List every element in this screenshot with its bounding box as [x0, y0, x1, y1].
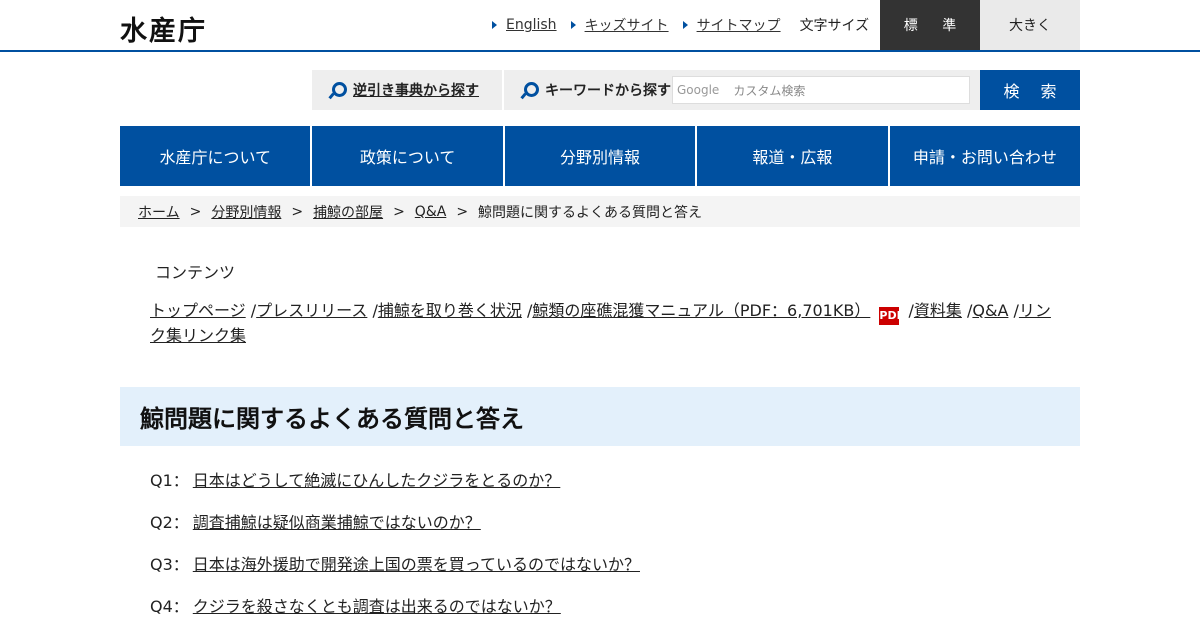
question-link[interactable]: クジラを殺さなくとも調査は出来るのではないか？ [193, 597, 561, 616]
gnav-about[interactable]: 水産庁について [120, 126, 313, 186]
breadcrumb-separator: > [393, 203, 405, 220]
breadcrumb-separator: > [456, 203, 469, 220]
contents-links: トップページ /プレスリリース /捕鯨を取り巻く状況 /鯨類の座礁混獲マニュアル… [150, 300, 1060, 347]
site-header: 水産庁 English キッズサイト サイトマップ 文字サイズ 標 準 大きく [0, 0, 1200, 52]
question-link[interactable]: 調査捕鯨は疑似商業捕鯨ではないのか？ [193, 513, 481, 532]
gnav-press[interactable]: 報道・広報 [697, 126, 890, 186]
font-size-standard-button[interactable]: 標 準 [880, 0, 980, 50]
search-icon [328, 81, 347, 99]
contents-link-top[interactable]: トップページ [150, 301, 246, 320]
search-icon [520, 81, 539, 99]
question-number: Q2： [150, 513, 189, 532]
question-number: Q3： [150, 555, 189, 574]
breadcrumb-whaling[interactable]: 捕鯨の部屋 [313, 202, 383, 222]
qa-item: Q3： 日本は海外援助で開発途上国の票を買っているのではないか？ [150, 551, 640, 575]
reverse-dictionary-link[interactable]: 逆引き事典から探す [353, 80, 479, 100]
question-link[interactable]: 日本はどうして絶滅にひんしたクジラをとるのか？ [193, 471, 561, 490]
search-row: 逆引き事典から探す キーワードから探す Google カスタム検索 検 索 [0, 70, 1200, 110]
search-placeholder: カスタム検索 [733, 83, 806, 98]
qa-item: Q2： 調査捕鯨は疑似商業捕鯨ではないのか？ [150, 509, 481, 533]
breadcrumb-home[interactable]: ホーム [138, 202, 180, 222]
breadcrumb-separator: > [291, 203, 304, 220]
triangle-bullet-icon [492, 21, 497, 29]
contents-link-materials[interactable]: 資料集 [914, 301, 962, 320]
contents-link-qa[interactable]: Q&A [972, 301, 1008, 320]
search-input[interactable]: Google カスタム検索 [672, 76, 970, 104]
question-number: Q1： [150, 471, 189, 490]
question-number: Q4： [150, 597, 189, 616]
search-button[interactable]: 検 索 [980, 70, 1080, 110]
qa-item: Q1： 日本はどうして絶滅にひんしたクジラをとるのか？ [150, 467, 560, 491]
breadcrumb-field-info[interactable]: 分野別情報 [211, 202, 281, 222]
keyword-search: キーワードから探す Google カスタム検索 [504, 70, 980, 110]
gnav-field-info[interactable]: 分野別情報 [504, 126, 698, 186]
breadcrumb-separator: > [189, 203, 202, 220]
google-watermark: Google [677, 83, 720, 97]
question-link[interactable]: 日本は海外援助で開発途上国の票を買っているのではないか？ [193, 555, 640, 574]
pdf-icon: PDF [879, 307, 904, 325]
site-logo[interactable]: 水産庁 [120, 9, 207, 48]
english-link[interactable]: English [492, 17, 557, 33]
triangle-bullet-icon [682, 21, 688, 29]
reverse-dictionary-search[interactable]: 逆引き事典から探す [312, 70, 502, 110]
page-title: 鯨問題に関するよくある質問と答え [140, 405, 524, 433]
font-size-large-button[interactable]: 大きく [980, 0, 1080, 50]
page-title-box: 鯨問題に関するよくある質問と答え [120, 387, 1080, 446]
gnav-policy[interactable]: 政策について [312, 126, 505, 186]
contents-heading: コンテンツ [155, 263, 236, 282]
font-size-label: 文字サイズ [799, 18, 870, 34]
contents-link-press[interactable]: プレスリリース [256, 301, 367, 320]
utility-nav: English キッズサイト サイトマップ 文字サイズ [492, 0, 869, 50]
breadcrumb: ホーム > 分野別情報 > 捕鯨の部屋 > Q&A > 鯨問題に関するよくある質… [120, 196, 1080, 227]
kids-site-link[interactable]: キッズサイト [570, 15, 669, 35]
triangle-bullet-icon [570, 21, 576, 29]
breadcrumb-current: 鯨問題に関するよくある質問と答え [478, 204, 703, 221]
sitemap-link[interactable]: サイトマップ [682, 15, 781, 35]
global-nav: 水産庁について 政策について 分野別情報 報道・広報 申請・お問い合わせ [120, 126, 1081, 186]
gnav-contact[interactable]: 申請・お問い合わせ [889, 126, 1081, 186]
qa-item: Q4： クジラを殺さなくとも調査は出来るのではないか？ [150, 593, 561, 617]
contents-link-manual-pdf[interactable]: 鯨類の座礁混獲マニュアル（PDF：6,701KB） [532, 301, 870, 320]
contents-link-situation[interactable]: 捕鯨を取り巻く状況 [378, 301, 522, 320]
keyword-search-label: キーワードから探す [545, 83, 671, 99]
breadcrumb-qa[interactable]: Q&A [415, 204, 447, 220]
